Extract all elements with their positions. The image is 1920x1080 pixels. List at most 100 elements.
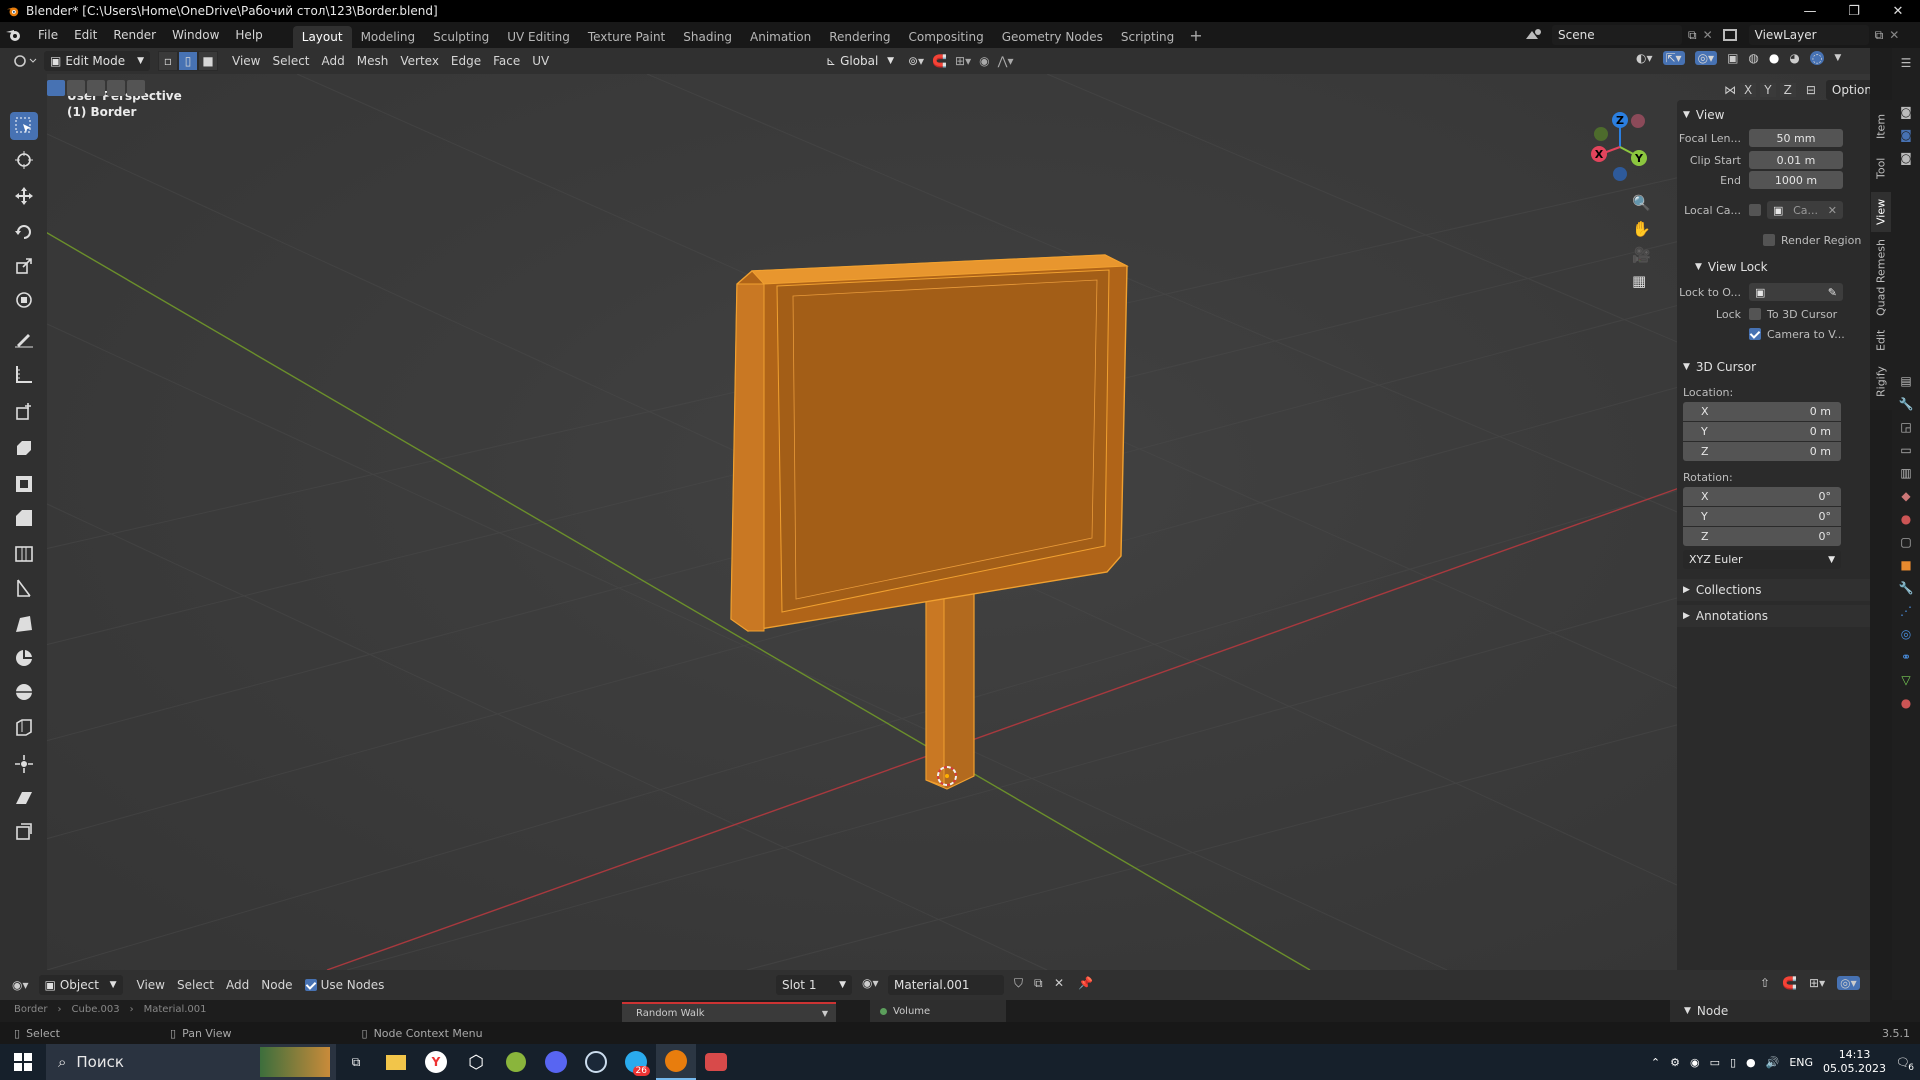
view-lock-header[interactable]: ▼ View Lock bbox=[1677, 256, 1870, 278]
mode-selector[interactable]: ▣ Edit Mode ▼ bbox=[44, 51, 150, 71]
unlink-material-icon[interactable]: ✕ bbox=[1054, 976, 1064, 990]
cursor-rotation-y[interactable]: Y 0° bbox=[1683, 507, 1841, 526]
tab-view[interactable]: View bbox=[1871, 192, 1891, 232]
scene-icon[interactable] bbox=[1522, 25, 1546, 45]
mirror-icon[interactable]: ⋈ bbox=[1724, 83, 1736, 97]
copy-scene-icon[interactable]: ⧉ bbox=[1688, 28, 1697, 43]
cursor-tool[interactable] bbox=[10, 146, 38, 174]
menu-window[interactable]: Window bbox=[164, 22, 227, 48]
close-icon[interactable]: ✕ bbox=[1876, 0, 1920, 22]
notifications-button[interactable]: 🗨 6 bbox=[1896, 1056, 1914, 1073]
vertex-select-icon[interactable]: ▫ bbox=[158, 51, 178, 71]
knife-tool[interactable] bbox=[10, 574, 38, 602]
ortho-grid-icon[interactable]: ▦ bbox=[1632, 272, 1651, 290]
menu-mesh[interactable]: Mesh bbox=[351, 51, 395, 71]
shading-options-icon[interactable]: ▼ bbox=[1834, 53, 1841, 63]
tray-steam-icon[interactable]: ◉ bbox=[1690, 1056, 1700, 1069]
shader-editor-canvas[interactable]: Border › Cube.003 › Material.001 Random … bbox=[0, 1000, 1920, 1022]
snap-target-icon[interactable]: ⊞▾ bbox=[955, 54, 971, 68]
transform-tool[interactable] bbox=[10, 286, 38, 314]
rotation-mode-dropdown[interactable]: XYZ Euler ▼ bbox=[1683, 550, 1841, 569]
remove-view-layer-icon[interactable]: ✕ bbox=[1889, 28, 1899, 42]
cursor-rotation-z[interactable]: Z 0° bbox=[1683, 527, 1841, 546]
scene-props-icon[interactable]: ◆ bbox=[1901, 489, 1910, 503]
shear-tool[interactable] bbox=[10, 784, 38, 812]
shrink-fatten-tool[interactable] bbox=[10, 750, 38, 778]
blender-taskbar-icon[interactable] bbox=[656, 1044, 696, 1080]
pan-hand-icon[interactable]: ✋ bbox=[1632, 220, 1651, 238]
minimize-icon[interactable]: — bbox=[1788, 0, 1832, 22]
file-explorer-icon[interactable] bbox=[376, 1044, 416, 1080]
poly-build-tool[interactable] bbox=[10, 610, 38, 638]
mirror-x-toggle[interactable]: X bbox=[1740, 83, 1757, 97]
camera-icon[interactable]: ◙ bbox=[1900, 105, 1912, 119]
tab-tool[interactable]: Tool bbox=[1871, 150, 1891, 186]
menu-edge[interactable]: Edge bbox=[445, 51, 487, 71]
subsurface-method-dropdown[interactable]: Random Walk ▼ bbox=[622, 1002, 836, 1022]
tray-device-icon[interactable]: ▭ bbox=[1710, 1056, 1720, 1069]
mirror-z-toggle[interactable]: Z bbox=[1779, 83, 1796, 97]
camera-icon[interactable]: ◙ bbox=[1900, 151, 1912, 165]
edge-slide-tool[interactable] bbox=[10, 714, 38, 742]
discord-icon[interactable] bbox=[536, 1044, 576, 1080]
sign-post[interactable] bbox=[925, 585, 975, 790]
3d-viewport[interactable]: Z Y X User Perspective (1) Border 🔍 ✋ 🎥 … bbox=[47, 74, 1870, 970]
annotate-tool[interactable] bbox=[10, 324, 38, 352]
cursor-location-z[interactable]: Z 0 m bbox=[1683, 442, 1841, 461]
tray-expand-icon[interactable]: ⌃ bbox=[1651, 1056, 1660, 1069]
menu-view[interactable]: View bbox=[131, 975, 171, 995]
rip-region-tool[interactable] bbox=[10, 818, 38, 846]
eyedropper-icon[interactable]: ✎ bbox=[1828, 286, 1837, 299]
duplicate-material-icon[interactable]: ⧉ bbox=[1034, 976, 1043, 991]
tab-quad-remesh[interactable]: Quad Remesh bbox=[1871, 238, 1891, 318]
edge-select-icon[interactable]: ▯ bbox=[178, 51, 198, 71]
output-icon[interactable]: ▭ bbox=[1900, 443, 1911, 457]
tray-app-icon[interactable]: ⚙ bbox=[1670, 1056, 1680, 1069]
tab-uv-editing[interactable]: UV Editing bbox=[498, 26, 579, 48]
tab-modeling[interactable]: Modeling bbox=[352, 26, 425, 48]
app-icon-green[interactable] bbox=[496, 1044, 536, 1080]
cursor-rotation-x[interactable]: X 0° bbox=[1683, 487, 1841, 506]
scale-tool[interactable] bbox=[10, 252, 38, 280]
menu-render[interactable]: Render bbox=[105, 22, 164, 48]
loop-cut-tool[interactable] bbox=[10, 540, 38, 568]
camera-to-view-checkbox[interactable] bbox=[1749, 328, 1761, 340]
output-node[interactable]: Volume bbox=[870, 1000, 1006, 1022]
editor-type-icon[interactable]: ◉▾ bbox=[12, 978, 29, 992]
fake-user-icon[interactable]: ⛉ bbox=[1014, 976, 1023, 991]
menu-face[interactable]: Face bbox=[487, 51, 526, 71]
overlay-icon[interactable]: ◎▾ bbox=[1837, 976, 1860, 990]
clip-end-field[interactable]: 1000 m bbox=[1749, 171, 1843, 189]
start-button[interactable] bbox=[0, 1044, 46, 1080]
view-panel-header[interactable]: ▼ View bbox=[1677, 104, 1870, 126]
proportional-edit-icon[interactable]: ◉ bbox=[979, 54, 989, 68]
tab-shading[interactable]: Shading bbox=[674, 26, 741, 48]
tab-edit[interactable]: Edit bbox=[1871, 324, 1891, 356]
tray-language[interactable]: ENG bbox=[1789, 1056, 1813, 1069]
material-name-field[interactable]: Material.001 bbox=[888, 975, 1004, 995]
snap-icon[interactable]: 🧲 bbox=[1782, 976, 1797, 990]
spin-tool[interactable] bbox=[10, 644, 38, 672]
focal-length-field[interactable]: 50 mm bbox=[1749, 129, 1843, 147]
use-nodes-checkbox[interactable] bbox=[304, 979, 317, 991]
menu-file[interactable]: File bbox=[30, 22, 66, 48]
editor-type-icon[interactable] bbox=[12, 52, 38, 70]
tab-scripting[interactable]: Scripting bbox=[1112, 26, 1183, 48]
select-new-icon[interactable] bbox=[47, 80, 65, 96]
wireframe-shading-icon[interactable]: ◍ bbox=[1748, 51, 1758, 65]
zoom-icon[interactable]: 🔍 bbox=[1632, 194, 1651, 212]
menu-node[interactable]: Node bbox=[255, 975, 298, 995]
menu-view[interactable]: View bbox=[226, 51, 266, 71]
bevel-tool[interactable] bbox=[10, 504, 38, 532]
tab-rendering[interactable]: Rendering bbox=[820, 26, 899, 48]
task-view-icon[interactable]: ⧉ bbox=[336, 1044, 376, 1080]
measure-tool[interactable] bbox=[10, 360, 38, 388]
select-subtract-icon[interactable] bbox=[87, 80, 105, 96]
local-camera-field[interactable]: ▣ Ca... ✕ bbox=[1767, 201, 1843, 219]
add-workspace-button[interactable]: + bbox=[1183, 26, 1208, 45]
render-icon[interactable]: ◲ bbox=[1900, 420, 1911, 434]
tab-rigify[interactable]: Rigify bbox=[1871, 362, 1891, 402]
collections-header[interactable]: ▶ Collections bbox=[1677, 579, 1870, 601]
lock-to-cursor-checkbox[interactable] bbox=[1749, 308, 1761, 320]
tray-mic-icon[interactable]: ● bbox=[1746, 1056, 1756, 1069]
